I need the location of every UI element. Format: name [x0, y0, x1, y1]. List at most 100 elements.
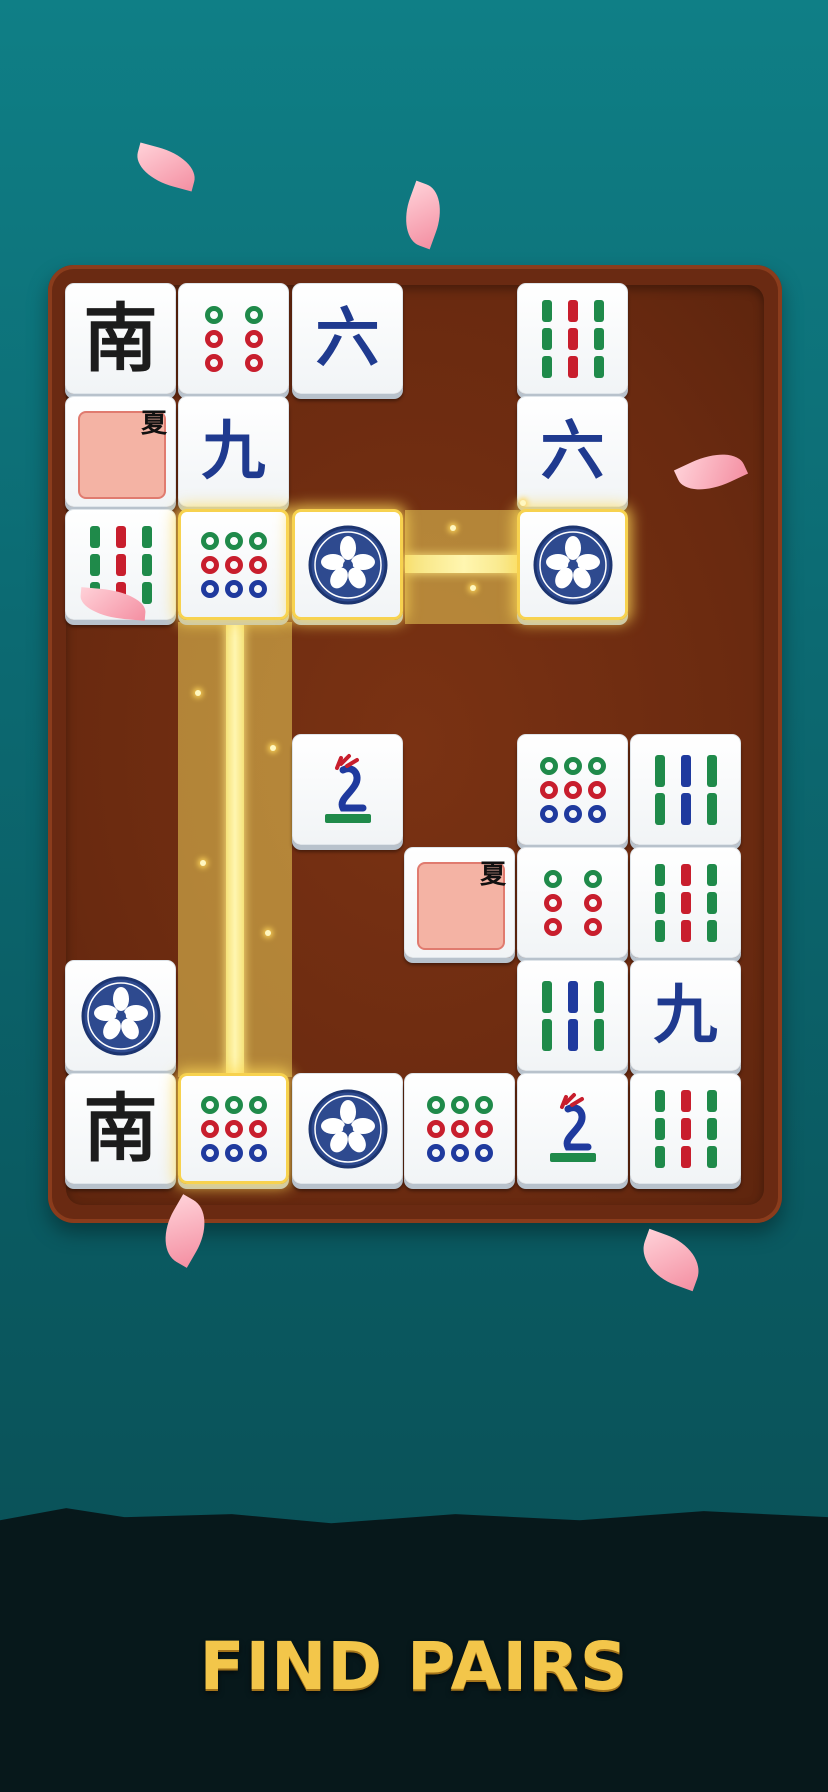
dot-icon — [539, 804, 558, 823]
dot-icon — [543, 917, 562, 936]
dot-icon — [224, 555, 243, 574]
bamboo-stick-icon — [706, 754, 717, 787]
bamboo-stick-icon — [680, 1145, 691, 1168]
nine-dots-tile[interactable] — [178, 1073, 289, 1184]
dot-icon — [426, 1095, 445, 1114]
south-wind-tile[interactable]: 南 — [65, 283, 176, 394]
tile-character: 夏 — [479, 860, 506, 890]
orchid-flower-tile[interactable] — [65, 960, 176, 1071]
dot-icon — [543, 893, 562, 912]
bird-icon — [549, 1092, 596, 1162]
six-dots-tile[interactable] — [517, 847, 628, 958]
dot-icon — [204, 353, 223, 372]
orchid-icon — [308, 1089, 387, 1168]
bamboo-stick-icon — [541, 355, 552, 378]
dot-icon — [244, 353, 263, 372]
dot-icon — [426, 1143, 445, 1162]
bamboo-stick-icon — [680, 863, 691, 886]
dot-icon — [248, 555, 267, 574]
dot-icon — [583, 893, 602, 912]
dot-icon — [426, 1119, 445, 1138]
six-character-tile[interactable]: 六 — [292, 283, 403, 394]
nine-character-tile[interactable]: 九 — [178, 396, 289, 507]
nine-character-tile[interactable]: 九 — [630, 960, 741, 1071]
bamboo-pattern — [654, 863, 717, 942]
tile-character: 南 — [83, 1085, 158, 1172]
sparkle-icon — [200, 860, 206, 866]
bamboo-stick-icon — [541, 1018, 552, 1051]
orchid-icon — [533, 525, 612, 604]
sparkle-icon — [270, 745, 276, 751]
nine-dots-tile[interactable] — [517, 734, 628, 845]
orchid-flower-tile[interactable] — [292, 1073, 403, 1184]
summer-flower-tile[interactable]: 夏 — [65, 396, 176, 507]
bamboo-stick-icon — [680, 792, 691, 825]
dot-icon — [200, 1095, 219, 1114]
bamboo-stick-icon — [706, 863, 717, 886]
dot-icon — [450, 1119, 469, 1138]
bamboo-stick-icon — [654, 1117, 665, 1140]
match-path-vertical-line — [226, 622, 244, 1077]
dot-icon — [563, 804, 582, 823]
six-bamboo-tile[interactable] — [630, 734, 741, 845]
dot-icon — [474, 1095, 493, 1114]
six-dots-tile[interactable] — [178, 283, 289, 394]
six-bamboo-tile[interactable] — [517, 960, 628, 1071]
bamboo-stick-icon — [89, 525, 100, 548]
bamboo-stick-icon — [567, 327, 578, 350]
nine-bamboo-tile[interactable] — [517, 283, 628, 394]
tile-character: 九 — [653, 977, 718, 1053]
bamboo-stick-icon — [706, 1117, 717, 1140]
orchid-flower-tile[interactable] — [292, 509, 403, 620]
dot-icon — [224, 1119, 243, 1138]
bamboo-stick-icon — [680, 919, 691, 942]
bamboo-stick-icon — [593, 299, 604, 322]
dot-icon — [200, 555, 219, 574]
six-character-tile[interactable]: 六 — [517, 396, 628, 507]
sparkle-icon — [520, 500, 526, 506]
bamboo-stick-icon — [115, 553, 126, 576]
nine-dots-tile[interactable] — [178, 509, 289, 620]
bamboo-stick-icon — [567, 299, 578, 322]
one-bamboo-bird-tile[interactable] — [292, 734, 403, 845]
dot-icon — [200, 1119, 219, 1138]
dot-icon — [563, 780, 582, 799]
bamboo-stick-icon — [706, 792, 717, 825]
dot-icon — [450, 1143, 469, 1162]
dot-icon — [248, 531, 267, 550]
bamboo-stick-icon — [593, 327, 604, 350]
bamboo-pattern — [541, 299, 604, 378]
south-wind-tile[interactable]: 南 — [65, 1073, 176, 1184]
nine-bamboo-tile[interactable] — [630, 847, 741, 958]
summer-flower-tile[interactable]: 夏 — [404, 847, 515, 958]
bamboo-stick-icon — [541, 299, 552, 322]
bamboo-pattern — [541, 980, 604, 1051]
orchid-icon — [81, 976, 160, 1055]
dot-icon — [244, 329, 263, 348]
dot-icon — [224, 1143, 243, 1162]
nine-dots-tile[interactable] — [404, 1073, 515, 1184]
bamboo-stick-icon — [654, 792, 665, 825]
dot-icon — [248, 1119, 267, 1138]
tile-character: 南 — [83, 295, 158, 382]
dot-icon — [248, 579, 267, 598]
nine-bamboo-tile[interactable] — [630, 1073, 741, 1184]
match-path-horizontal-line — [405, 555, 523, 573]
bamboo-stick-icon — [89, 553, 100, 576]
orchid-flower-tile[interactable] — [517, 509, 628, 620]
dot-icon — [224, 579, 243, 598]
dot-icon — [224, 531, 243, 550]
bamboo-stick-icon — [141, 525, 152, 548]
tile-character: 六 — [315, 300, 380, 376]
dot-icon — [474, 1119, 493, 1138]
dot-icon — [583, 917, 602, 936]
dot-icon — [248, 1095, 267, 1114]
sparkle-icon — [450, 525, 456, 531]
dots-pattern — [204, 305, 263, 372]
one-bamboo-bird-tile[interactable] — [517, 1073, 628, 1184]
bamboo-stick-icon — [567, 355, 578, 378]
bamboo-stick-icon — [680, 754, 691, 787]
dot-icon — [204, 329, 223, 348]
sparkle-icon — [195, 690, 201, 696]
dot-icon — [539, 780, 558, 799]
